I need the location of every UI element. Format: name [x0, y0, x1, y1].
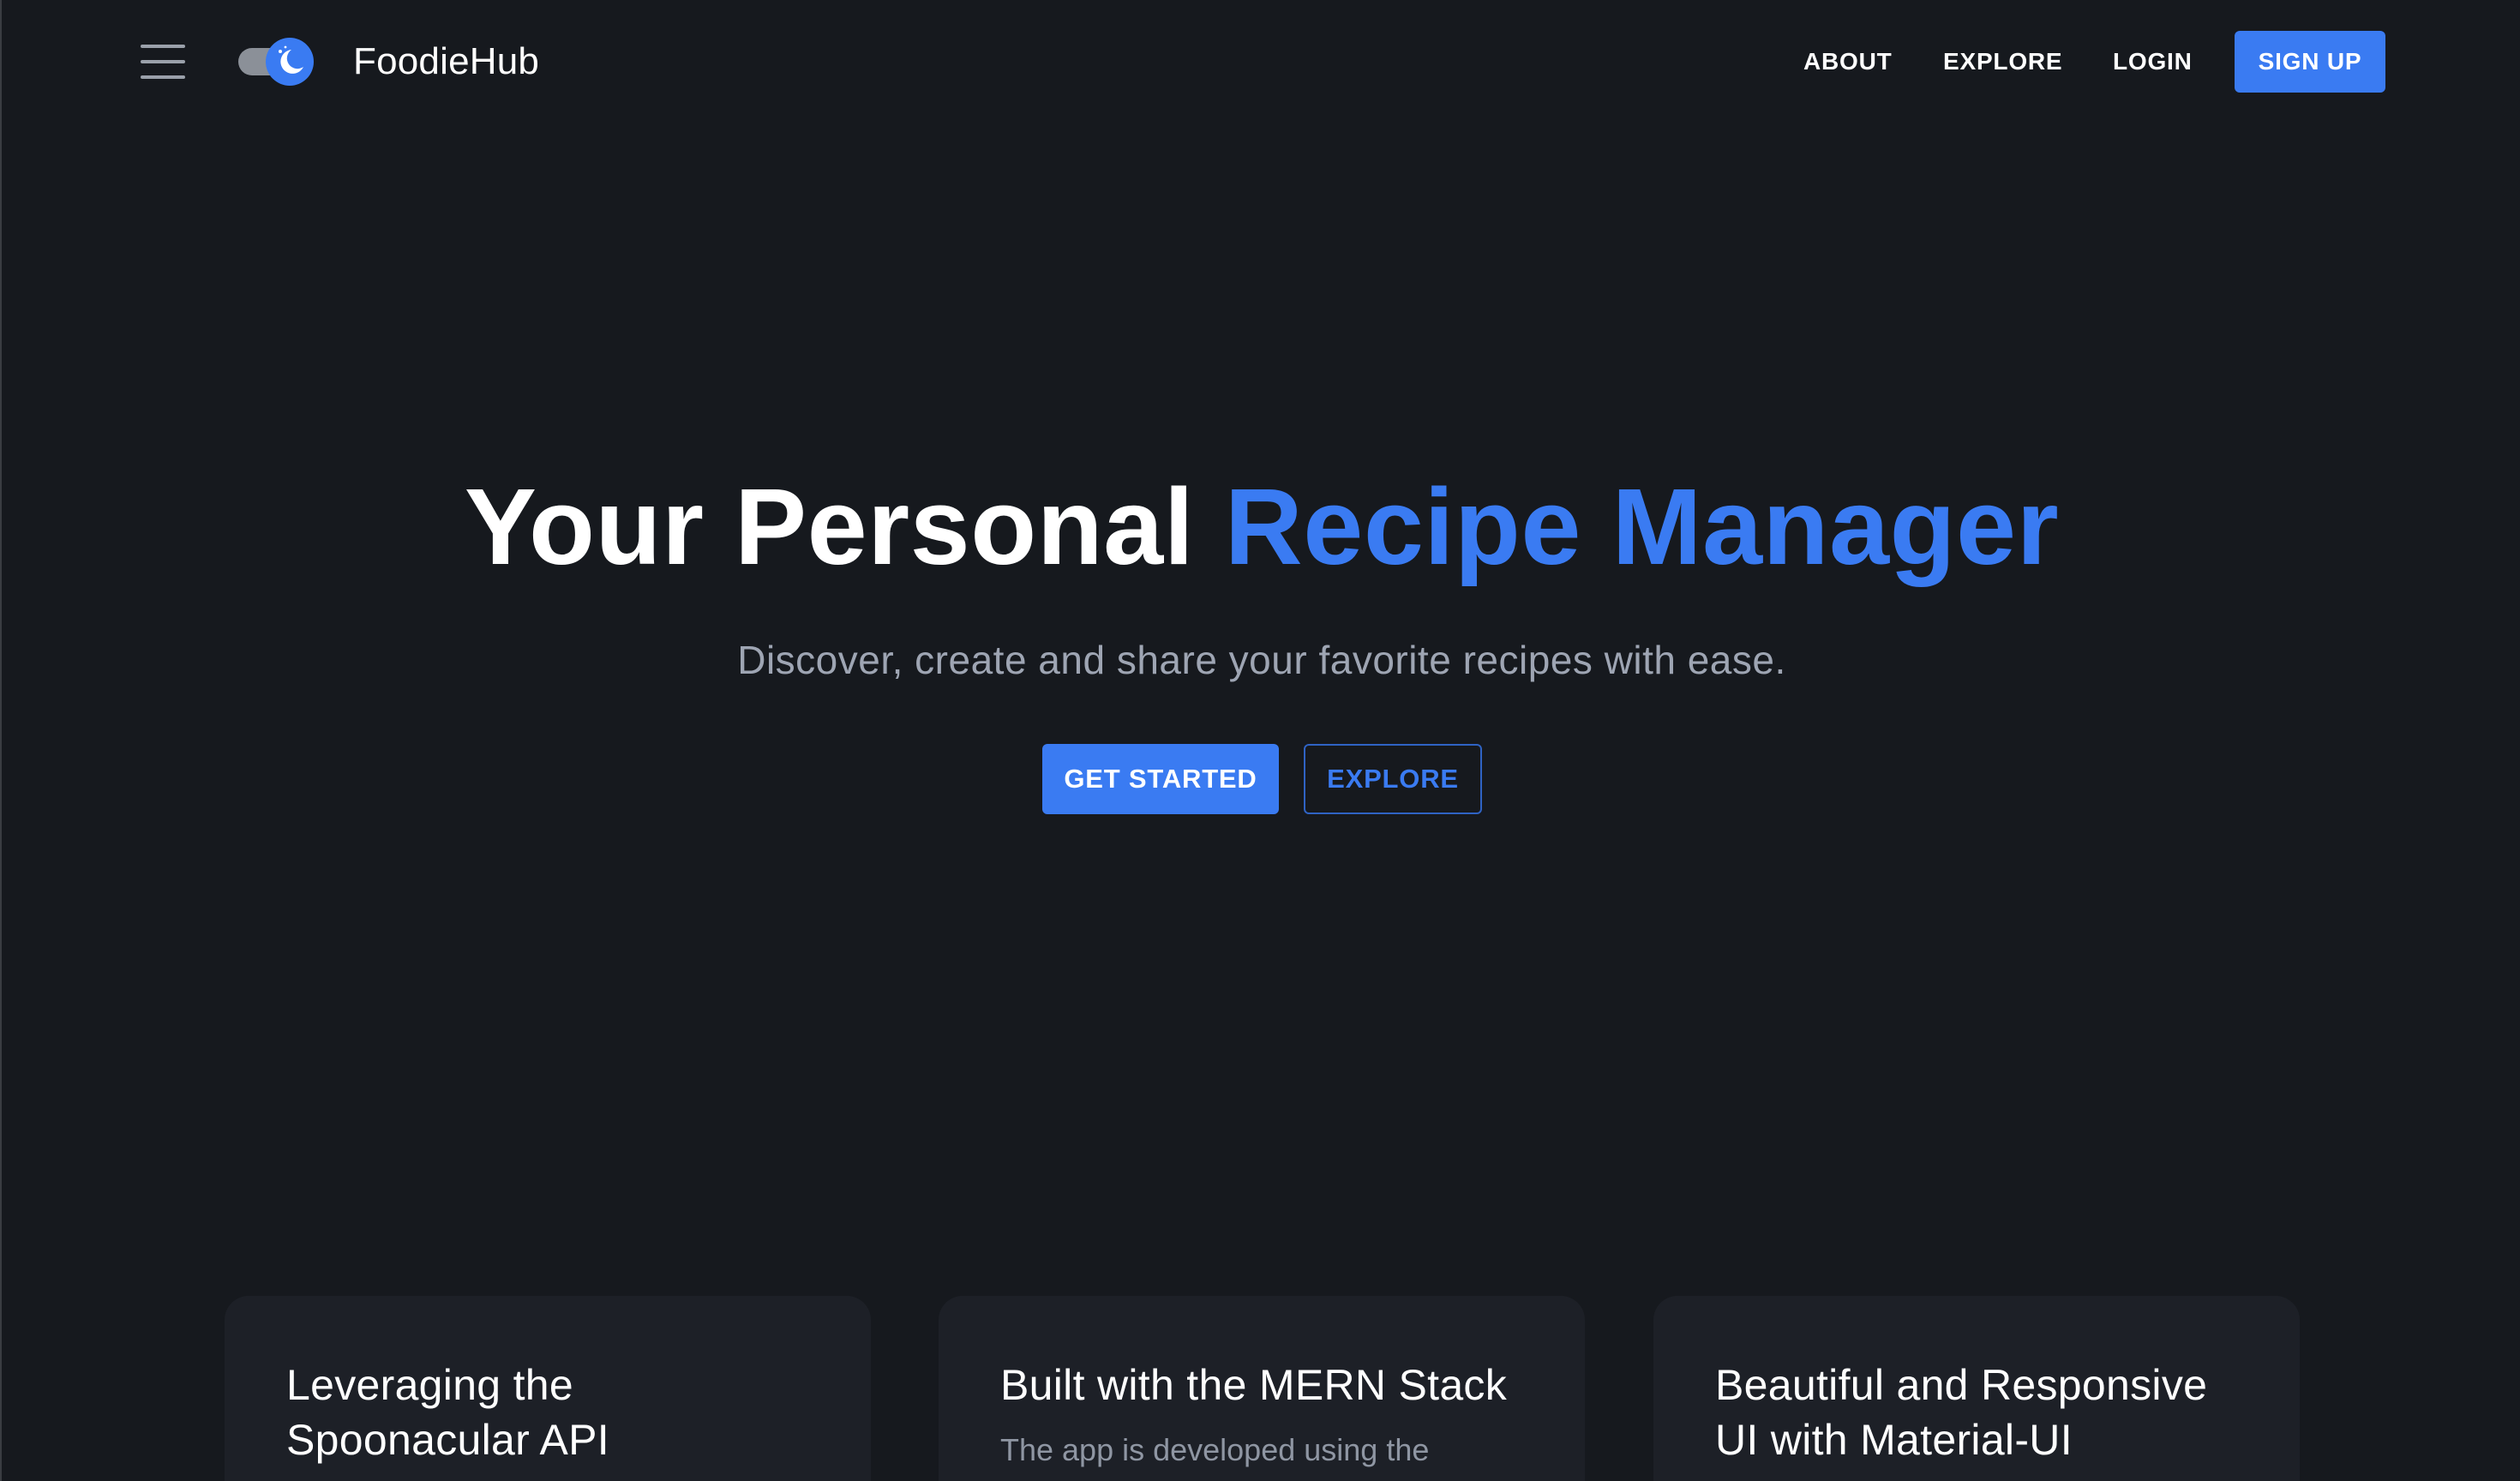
feature-card-title: Built with the MERN Stack [1000, 1361, 1508, 1409]
hero-title: Your Personal Recipe Manager [2, 463, 2520, 591]
nav-login[interactable]: LOGIN [2113, 43, 2193, 81]
brand-name[interactable]: FoodieHub [353, 34, 539, 89]
menu-icon[interactable] [139, 39, 187, 84]
hero-title-accent: Recipe Manager [1224, 466, 2060, 587]
signup-button[interactable]: SIGN UP [2235, 31, 2385, 93]
top-app-bar: FoodieHub ABOUT EXPLORE LOGIN SIGN UP [2, 0, 2520, 123]
explore-button[interactable]: EXPLORE [1304, 744, 1482, 814]
get-started-button[interactable]: GET STARTED [1042, 744, 1279, 814]
feature-card-text: The app is developed using the [1000, 1432, 1430, 1467]
hero-subtitle: Discover, create and share your favorite… [737, 638, 1786, 682]
feature-card-mern: Built with the MERN Stack The app is dev… [939, 1296, 1585, 1481]
nav-explore[interactable]: EXPLORE [1943, 43, 2062, 81]
feature-card-spoonacular: Leveraging the Spoonacular API [225, 1296, 871, 1481]
moon-icon [266, 38, 314, 86]
feature-card-material-ui: Beautiful and Responsive UI with Materia… [1653, 1296, 2300, 1481]
hero-title-plain: Your Personal [464, 466, 1225, 587]
feature-card-title: Beautiful and Responsive UI with Materia… [1715, 1361, 2208, 1464]
theme-toggle-switch[interactable] [237, 36, 315, 87]
feature-card-title: Leveraging the Spoonacular API [286, 1361, 609, 1464]
landing-page: FoodieHub ABOUT EXPLORE LOGIN SIGN UP Yo… [0, 0, 2520, 1481]
nav-about[interactable]: ABOUT [1803, 43, 1893, 81]
